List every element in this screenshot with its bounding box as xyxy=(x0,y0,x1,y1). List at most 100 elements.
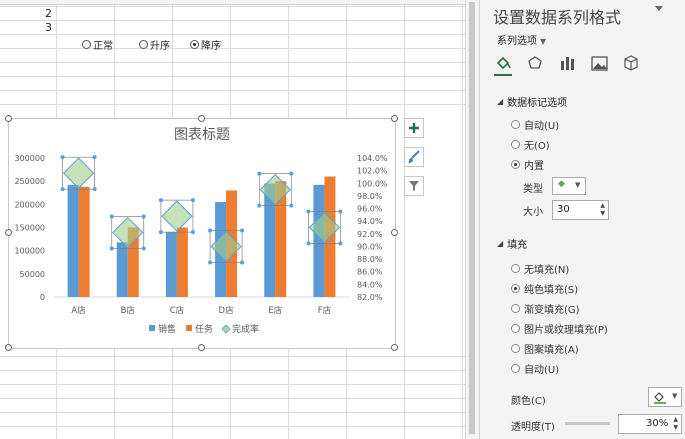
marker-selection-handle[interactable] xyxy=(306,209,311,214)
fill-option-solid[interactable]: 纯色填充(S) xyxy=(511,281,578,296)
vertical-scrollbar[interactable] xyxy=(465,0,479,439)
marker-selection-handle[interactable] xyxy=(109,246,114,251)
marker-selection-handle[interactable] xyxy=(141,246,146,251)
column-header[interactable]: N xyxy=(256,0,263,2)
marker-selection-handle[interactable] xyxy=(208,260,213,265)
resize-handle[interactable] xyxy=(198,344,205,351)
x-axis-tick-label: D店 xyxy=(219,305,235,316)
marker-options-section[interactable]: ◢ 数据标记选项 xyxy=(497,94,567,109)
resize-handle[interactable] xyxy=(5,229,12,236)
marker-selection-handle[interactable] xyxy=(306,241,311,246)
marker-selection-handle[interactable] xyxy=(60,187,65,192)
fill-color-picker[interactable]: ▼ xyxy=(648,387,682,407)
cell-value[interactable]: 2 xyxy=(2,7,52,20)
plus-icon xyxy=(409,123,419,133)
image-icon xyxy=(590,55,608,71)
bar-sales[interactable] xyxy=(67,184,79,297)
resize-handle[interactable] xyxy=(391,229,398,236)
cell-value[interactable]: 3 xyxy=(2,21,52,34)
bar-sales[interactable] xyxy=(116,242,128,297)
marker-selection-handle[interactable] xyxy=(338,241,343,246)
marker-selection-handle[interactable] xyxy=(240,228,245,233)
y2-axis-tick-label: 88.0% xyxy=(357,255,383,264)
resize-handle[interactable] xyxy=(5,115,12,122)
marker-type-dropdown[interactable]: ◆ ▼ xyxy=(552,177,586,195)
column-header[interactable]: K xyxy=(80,0,86,2)
transparency-slider[interactable] xyxy=(565,422,610,425)
marker-selection-handle[interactable] xyxy=(257,171,262,176)
marker-option-auto[interactable]: 自动(U) xyxy=(511,117,559,132)
series-options-dropdown[interactable]: 系列选项 ▼ xyxy=(497,32,546,47)
marker-selection-handle[interactable] xyxy=(257,203,262,208)
3d-format-tab[interactable] xyxy=(622,52,640,74)
legend-entry[interactable]: 销售 xyxy=(158,323,176,335)
fill-line-tab[interactable] xyxy=(494,52,512,76)
column-header[interactable]: O xyxy=(313,0,320,2)
marker-selection-handle[interactable] xyxy=(141,214,146,219)
marker-selection-handle[interactable] xyxy=(60,155,65,160)
series-options-tab[interactable] xyxy=(558,52,576,74)
chart-filters-button[interactable] xyxy=(404,176,424,196)
effects-tab[interactable] xyxy=(526,52,544,74)
bar-target[interactable] xyxy=(176,227,188,298)
marker-selection-handle[interactable] xyxy=(289,203,294,208)
sort-option-descending[interactable]: 降序 xyxy=(190,37,221,52)
resize-handle[interactable] xyxy=(391,115,398,122)
marker-selection-handle[interactable] xyxy=(289,171,294,176)
marker-selection-handle[interactable] xyxy=(158,230,163,235)
legend-entry[interactable]: 完成率 xyxy=(232,323,259,335)
pane-title: 设置数据系列格式 xyxy=(493,8,622,27)
column-header[interactable]: M xyxy=(197,0,205,2)
marker-selection-handle[interactable] xyxy=(190,198,195,203)
marker-selection-handle[interactable] xyxy=(92,155,97,160)
spin-arrows-icon[interactable]: ▲ ▼ xyxy=(673,416,678,432)
y2-axis-tick-label: 84.0% xyxy=(357,280,383,289)
completion-rate-marker[interactable] xyxy=(62,157,95,189)
option-label: 自动(U) xyxy=(524,365,560,376)
caret-down-icon: ▼ xyxy=(575,181,581,189)
fill-section[interactable]: ◢ 填充 xyxy=(497,236,527,251)
fill-option-pattern[interactable]: 图案填充(A) xyxy=(511,341,579,356)
radio-icon xyxy=(511,364,520,373)
chart-styles-button[interactable] xyxy=(404,147,424,167)
marker-selection-handle[interactable] xyxy=(240,260,245,265)
sort-option-ascending[interactable]: 升序 xyxy=(139,37,170,52)
radio-icon xyxy=(511,160,520,169)
resize-handle[interactable] xyxy=(391,344,398,351)
fill-option-none[interactable]: 无填充(N) xyxy=(511,261,569,276)
chart-title[interactable]: 图表标题 xyxy=(174,127,230,143)
picture-tab[interactable] xyxy=(590,52,608,74)
bar-target[interactable] xyxy=(78,186,90,297)
scrollbar-thumb[interactable] xyxy=(469,2,475,434)
column-header[interactable]: Q xyxy=(429,0,436,2)
legend-entry[interactable]: 任务 xyxy=(195,323,213,335)
transparency-spinner[interactable]: 30% ▲ ▼ xyxy=(618,414,682,434)
marker-option-none[interactable]: 无(O) xyxy=(511,137,550,152)
spin-arrows-icon[interactable]: ▲ ▼ xyxy=(600,202,605,218)
marker-selection-handle[interactable] xyxy=(109,214,114,219)
radio-icon xyxy=(511,344,520,353)
marker-selection-handle[interactable] xyxy=(190,230,195,235)
marker-selection-handle[interactable] xyxy=(338,209,343,214)
marker-selection-handle[interactable] xyxy=(92,187,97,192)
fill-option-gradient[interactable]: 渐变填充(G) xyxy=(511,301,580,316)
fill-option-auto[interactable]: 自动(U) xyxy=(511,361,559,376)
column-header[interactable]: L xyxy=(140,0,145,2)
marker-option-builtin[interactable]: 内置 xyxy=(511,157,544,172)
resize-handle[interactable] xyxy=(5,344,12,351)
column-header[interactable]: P xyxy=(371,0,376,2)
worksheet[interactable]: K L M N O P Q 2 3 正常 升序 降序 图表标题 0 50000 10… xyxy=(0,0,465,439)
marker-size-spinner[interactable]: 30 ▲ ▼ xyxy=(552,200,609,220)
pane-options-button[interactable] xyxy=(655,4,663,15)
completion-rate-marker[interactable] xyxy=(161,200,193,232)
fill-option-picture[interactable]: 图片或纹理填充(P) xyxy=(511,321,608,336)
marker-type-label: 类型 xyxy=(523,184,543,195)
sort-option-normal[interactable]: 正常 xyxy=(82,37,113,52)
marker-selection-handle[interactable] xyxy=(158,198,163,203)
chart-elements-button[interactable] xyxy=(404,118,424,138)
bar-sales[interactable] xyxy=(165,232,177,297)
chart-area[interactable]: 图表标题 0 50000 100000 150000 200000 250000 30000… xyxy=(8,118,396,349)
resize-handle[interactable] xyxy=(198,115,205,122)
radio-icon xyxy=(139,40,148,49)
marker-selection-handle[interactable] xyxy=(208,228,213,233)
